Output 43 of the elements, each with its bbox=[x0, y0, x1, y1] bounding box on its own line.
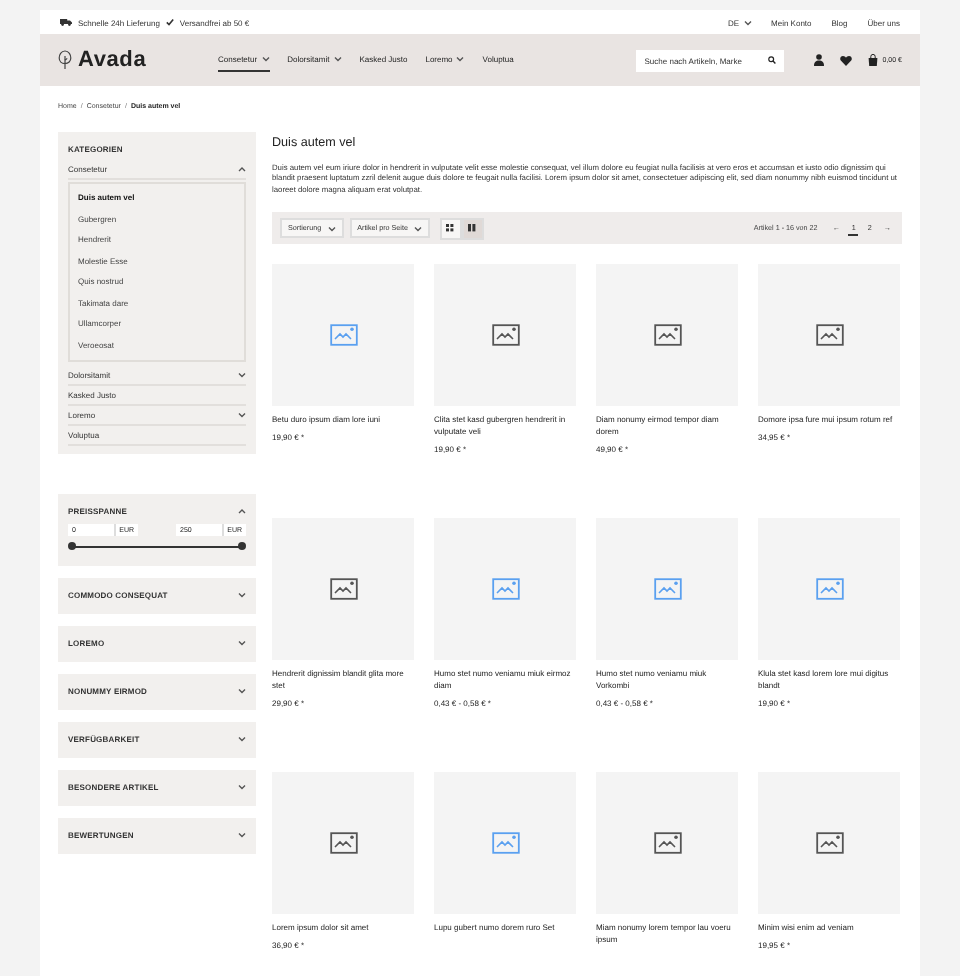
image-placeholder[interactable] bbox=[434, 264, 576, 407]
chevron-down-icon bbox=[238, 640, 246, 647]
chevron-down-icon bbox=[238, 592, 246, 599]
expand-toggle[interactable] bbox=[238, 412, 246, 418]
slider-handle[interactable] bbox=[68, 542, 76, 551]
search-button[interactable] bbox=[760, 49, 785, 71]
chevron-down-icon bbox=[238, 372, 246, 378]
image-placeholder[interactable] bbox=[272, 264, 414, 407]
user-icon[interactable] bbox=[814, 54, 825, 66]
view-toggle[interactable] bbox=[439, 217, 462, 240]
logo-text[interactable]: Avada bbox=[78, 48, 147, 72]
image-placeholder[interactable] bbox=[596, 264, 738, 407]
view-toggle[interactable] bbox=[461, 217, 484, 240]
heart-icon[interactable] bbox=[840, 55, 853, 65]
chevron-down-icon bbox=[413, 225, 422, 232]
chevron-down-icon bbox=[327, 225, 336, 232]
expand-toggle[interactable] bbox=[238, 166, 246, 172]
image-placeholder[interactable] bbox=[758, 264, 900, 407]
chevron-down-icon bbox=[743, 19, 752, 25]
chevron-down-icon bbox=[238, 784, 246, 791]
columns-icon bbox=[468, 224, 477, 233]
chevron-down-icon bbox=[238, 688, 246, 695]
image-placeholder[interactable] bbox=[272, 772, 414, 915]
image-placeholder[interactable] bbox=[272, 518, 414, 661]
image-placeholder[interactable] bbox=[434, 772, 576, 915]
image-placeholder[interactable] bbox=[758, 518, 900, 661]
image-placeholder[interactable] bbox=[596, 518, 738, 661]
chevron-up-icon bbox=[238, 508, 246, 514]
expand-toggle[interactable] bbox=[238, 372, 246, 378]
slider-handle[interactable] bbox=[238, 542, 246, 551]
bag-icon[interactable] bbox=[868, 54, 879, 66]
tree-icon bbox=[58, 50, 72, 70]
chevron-down-icon bbox=[238, 832, 246, 839]
chevron-down-icon bbox=[238, 736, 246, 743]
image-placeholder[interactable] bbox=[596, 772, 738, 915]
check-icon bbox=[165, 18, 174, 26]
truck-icon bbox=[60, 18, 72, 26]
chevron-up-icon bbox=[238, 166, 246, 172]
image-placeholder[interactable] bbox=[434, 518, 576, 661]
image-placeholder[interactable] bbox=[758, 772, 900, 915]
chevron-down-icon bbox=[238, 412, 246, 418]
search-icon bbox=[768, 56, 777, 64]
tiles-icon bbox=[446, 224, 455, 233]
